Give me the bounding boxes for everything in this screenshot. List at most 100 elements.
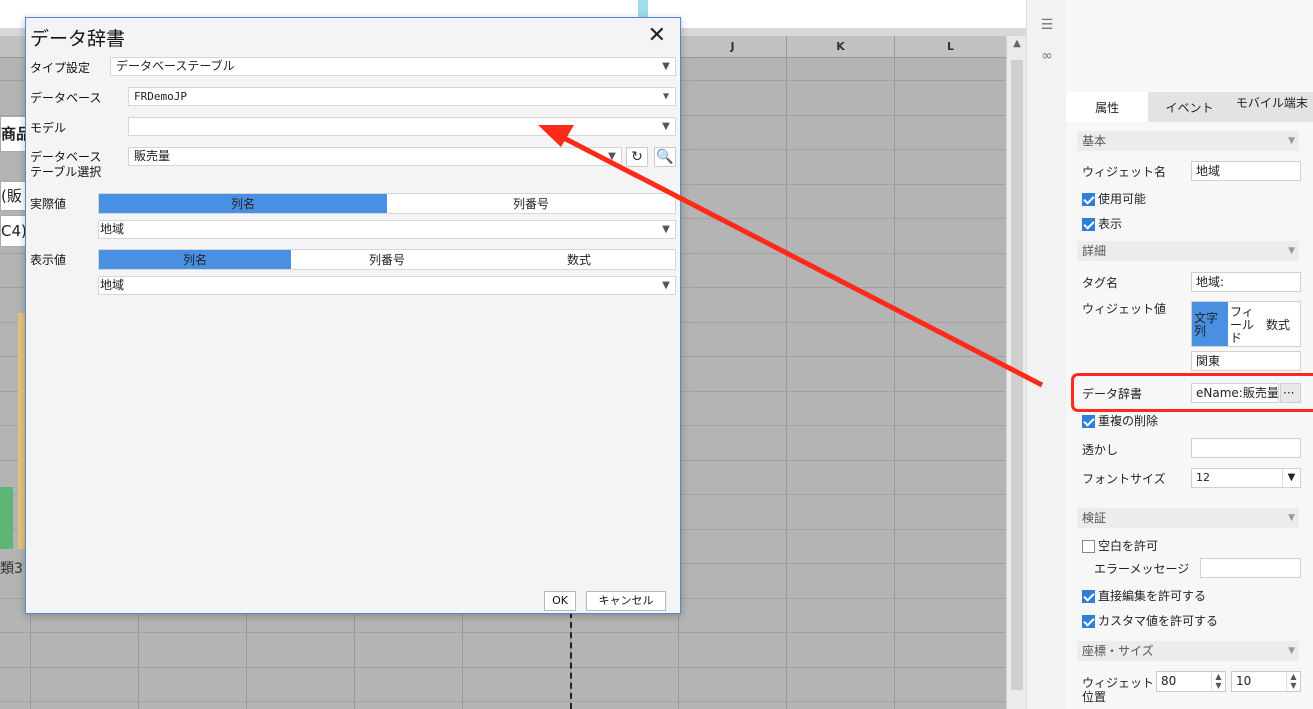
display-value-label: 表示値 xyxy=(30,253,67,267)
enabled-label: 使用可能 xyxy=(1098,192,1147,206)
actual-value-label: 実際値 xyxy=(30,197,67,211)
watermark-field[interactable] xyxy=(1191,438,1301,458)
widget-list-icon[interactable]: ☰ xyxy=(1037,17,1057,35)
display-mode-column-number[interactable]: 列番号 xyxy=(291,250,483,269)
column-header-j[interactable]: J xyxy=(678,36,786,58)
checkbox-icon[interactable] xyxy=(1082,192,1095,206)
section-validation[interactable]: 検証 ▼ xyxy=(1077,508,1299,528)
side-toolbar: ☰ ∞ xyxy=(1026,0,1066,709)
position-y-stepper[interactable]: 10 ▲ ▼ xyxy=(1231,671,1301,692)
table-label-line2: テーブル選択 xyxy=(30,165,102,179)
checkbox-icon[interactable] xyxy=(1082,614,1095,628)
custom-value-checkbox[interactable]: カスタマ値を許可する xyxy=(1082,614,1218,628)
database-select[interactable]: FRDemoJP ▼ xyxy=(128,87,676,106)
direct-edit-label: 直接編集を許可する xyxy=(1098,589,1207,603)
visible-label: 表示 xyxy=(1098,217,1123,231)
section-basic[interactable]: 基本 ▼ xyxy=(1077,131,1299,151)
display-mode-formula[interactable]: 数式 xyxy=(483,250,675,269)
cancel-button[interactable]: キャンセル xyxy=(586,591,666,611)
error-message-label: エラーメッセージ xyxy=(1094,562,1190,576)
type-field[interactable]: フィールド xyxy=(1228,302,1264,346)
section-detail-title: 詳細 xyxy=(1082,244,1107,258)
position-label-line1: ウィジェット xyxy=(1082,676,1155,690)
actual-value-select[interactable]: 地域 ▼ xyxy=(98,220,676,239)
ok-button[interactable]: OK xyxy=(544,591,576,611)
chevron-down-icon[interactable]: ▼ xyxy=(657,88,675,105)
tag-name-field[interactable]: 地域: xyxy=(1191,272,1301,292)
checkbox-icon[interactable] xyxy=(1082,589,1095,603)
display-value-select-value: 地域 xyxy=(100,278,125,292)
chevron-down-icon[interactable]: ▼ xyxy=(657,118,675,135)
scroll-up-icon[interactable]: ▲ xyxy=(1007,38,1027,54)
font-size-select[interactable]: 12 ▼ xyxy=(1191,468,1301,488)
error-message-field[interactable] xyxy=(1200,558,1301,578)
type-select-value: データベーステーブル xyxy=(116,59,235,73)
font-size-value: 12 xyxy=(1196,471,1210,484)
tag-name-label: タグ名 xyxy=(1082,276,1119,290)
scroll-thumb[interactable] xyxy=(1011,60,1023,690)
checkbox-icon[interactable] xyxy=(1082,414,1095,428)
preview-icon[interactable]: 🔍 xyxy=(654,147,676,167)
stepper-arrows-icon[interactable]: ▲ ▼ xyxy=(1211,672,1225,691)
actual-value-mode: 列名 列番号 xyxy=(98,193,676,214)
grid-column-line xyxy=(786,58,787,709)
type-formula[interactable]: 数式 xyxy=(1264,302,1292,346)
type-label: タイプ設定 xyxy=(30,61,91,75)
column-header-l[interactable]: L xyxy=(894,36,1006,58)
table-select-value: 販売量 xyxy=(134,149,171,163)
enabled-checkbox[interactable]: 使用可能 xyxy=(1082,192,1146,206)
cell-fragment[interactable]: (販 xyxy=(0,181,28,211)
chart-axis-label: 類3 xyxy=(0,561,23,577)
position-label: ウィジェット 位置 xyxy=(1082,676,1154,704)
cell-fragment[interactable]: C4) xyxy=(0,215,28,247)
widget-value-type: 文字列 フィールド 数式 xyxy=(1191,301,1301,347)
table-label: データベース テーブル選択 xyxy=(30,150,101,180)
table-select[interactable]: 販売量 ▼ xyxy=(128,147,622,166)
vertical-scrollbar[interactable]: ▲ xyxy=(1006,36,1026,709)
actual-mode-column-number[interactable]: 列番号 xyxy=(387,194,675,213)
link-icon[interactable]: ∞ xyxy=(1037,48,1057,66)
allow-blank-checkbox[interactable]: 空白を許可 xyxy=(1082,539,1158,553)
chart-bar xyxy=(0,487,13,549)
position-label-line2: 位置 xyxy=(1082,690,1107,704)
chevron-down-icon[interactable]: ▼ xyxy=(603,148,621,165)
cell-fragment[interactable]: 商品 xyxy=(0,116,28,152)
database-select-value: FRDemoJP xyxy=(134,90,187,103)
remove-duplicates-checkbox[interactable]: 重複の削除 xyxy=(1082,414,1158,428)
stepper-arrows-icon[interactable]: ▲ ▼ xyxy=(1286,672,1300,691)
column-header-k[interactable]: K xyxy=(786,36,894,58)
tab-events[interactable]: イベント xyxy=(1148,92,1230,122)
grid-row-line xyxy=(0,701,1006,702)
grid-row-line xyxy=(0,632,1006,633)
widget-value-field[interactable]: 関東 xyxy=(1191,351,1301,371)
position-x-stepper[interactable]: 80 ▲ ▼ xyxy=(1156,671,1226,692)
checkbox-icon[interactable] xyxy=(1082,217,1095,231)
custom-value-label: カスタマ値を許可する xyxy=(1098,614,1219,628)
visible-checkbox[interactable]: 表示 xyxy=(1082,217,1122,231)
display-mode-column-name[interactable]: 列名 xyxy=(99,250,291,269)
refresh-icon[interactable]: ↻ xyxy=(626,147,648,167)
section-detail[interactable]: 詳細 ▼ xyxy=(1077,241,1299,261)
grid-column-line xyxy=(894,58,895,709)
widget-name-field[interactable]: 地域 xyxy=(1191,161,1301,181)
tab-properties[interactable]: 属性 xyxy=(1066,92,1149,122)
model-select[interactable]: ▼ xyxy=(128,117,676,136)
type-string[interactable]: 文字列 xyxy=(1192,302,1228,346)
chevron-down-icon[interactable]: ▼ xyxy=(657,221,675,238)
display-value-select[interactable]: 地域 ▼ xyxy=(98,276,676,295)
selection-accent xyxy=(638,0,648,18)
close-icon[interactable]: ✕ xyxy=(648,24,666,48)
actual-mode-column-name[interactable]: 列名 xyxy=(99,194,387,213)
chevron-down-icon[interactable]: ▼ xyxy=(657,58,675,75)
type-select[interactable]: データベーステーブル ▼ xyxy=(110,57,676,76)
checkbox-icon[interactable] xyxy=(1082,539,1095,553)
chevron-down-icon[interactable]: ▼ xyxy=(657,277,675,294)
section-coords-title: 座標・サイズ xyxy=(1082,644,1154,658)
direct-edit-checkbox[interactable]: 直接編集を許可する xyxy=(1082,589,1206,603)
chevron-down-icon: ▼ xyxy=(1288,646,1295,656)
allow-blank-label: 空白を許可 xyxy=(1098,539,1159,553)
highlight-box xyxy=(1071,373,1313,412)
tab-mobile[interactable]: モバイル端末 xyxy=(1231,92,1313,122)
section-coords[interactable]: 座標・サイズ ▼ xyxy=(1077,641,1299,661)
chevron-down-icon[interactable]: ▼ xyxy=(1282,469,1300,487)
